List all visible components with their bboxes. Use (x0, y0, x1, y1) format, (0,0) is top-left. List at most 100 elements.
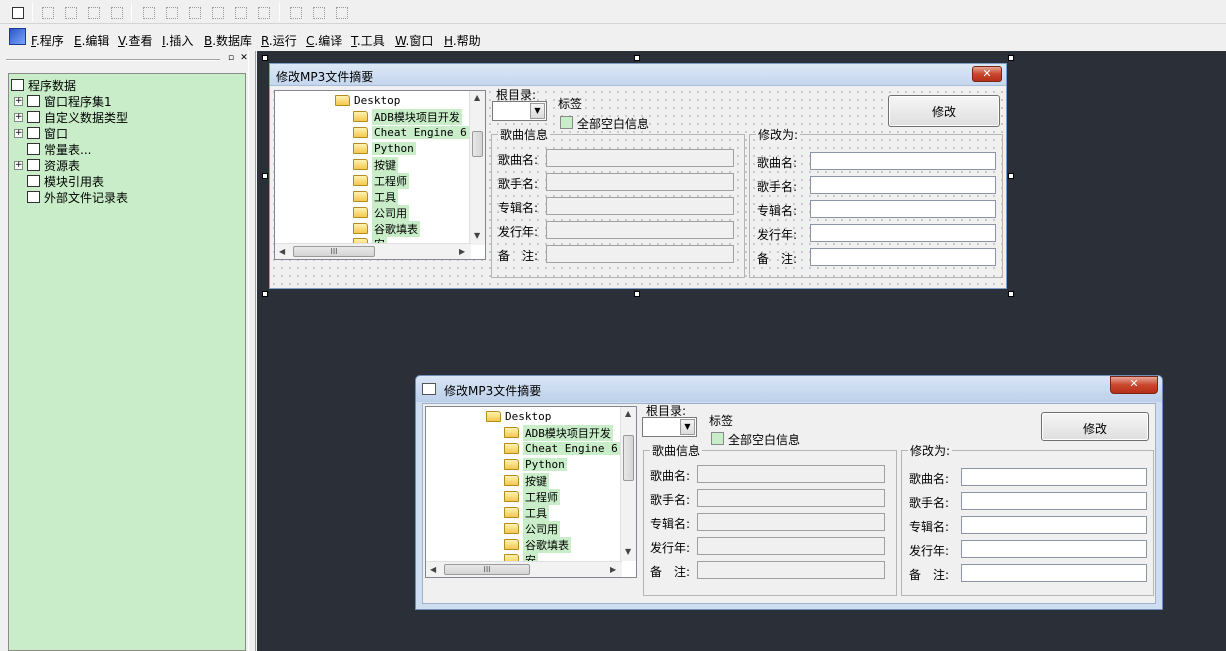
dir-item[interactable]: 谷歌填表 (504, 536, 571, 553)
new-year-input[interactable] (961, 540, 1147, 558)
dir-item[interactable]: ADB模块项目开发 (353, 108, 462, 125)
design-close-button[interactable]: ✕ (972, 66, 1002, 82)
runtime-close-button[interactable]: ✕ (1110, 376, 1158, 394)
stretch-both-button[interactable] (332, 3, 350, 21)
dir-horizontal-scrollbar[interactable]: ◀ III ▶ (275, 243, 471, 259)
space-horizontal-button[interactable] (231, 3, 249, 21)
dir-vertical-thumb[interactable] (623, 435, 634, 481)
expand-icon[interactable]: + (14, 96, 23, 106)
expand-icon[interactable]: + (14, 112, 23, 122)
directory-tree[interactable]: Desktop ADB模块项目开发 Cheat Engine 6.5 Pytho… (425, 406, 637, 578)
dir-root[interactable]: Desktop (486, 409, 551, 424)
modify-button[interactable]: 修改 (888, 95, 1000, 127)
menu-help[interactable]: H.帮助 (444, 32, 481, 49)
dir-item[interactable]: 工程师 (353, 172, 409, 189)
menu-tools[interactable]: T.工具 (351, 32, 385, 49)
menu-compile[interactable]: C.编译 (306, 32, 342, 49)
chevron-down-icon[interactable]: ▼ (530, 103, 545, 119)
expand-icon[interactable]: + (14, 128, 23, 138)
menu-run[interactable]: R.运行 (261, 32, 297, 49)
tree-item-window[interactable]: + 窗口 (14, 125, 68, 141)
dir-vertical-thumb[interactable] (472, 131, 483, 157)
scroll-left-icon[interactable]: ◀ (279, 247, 285, 256)
new-song-name-input[interactable] (810, 152, 996, 170)
tree-item-constants[interactable]: 常量表... (27, 141, 91, 157)
new-song-name-input[interactable] (961, 468, 1147, 486)
dir-item[interactable]: Cheat Engine 6.5 (504, 441, 633, 456)
resize-handle-se[interactable] (1008, 291, 1014, 297)
new-album-input[interactable] (961, 516, 1147, 534)
scroll-up-icon[interactable]: ▲ (625, 409, 631, 418)
dir-item[interactable]: 工具 (353, 188, 398, 205)
align-bottom-button[interactable] (107, 3, 125, 21)
dir-item[interactable]: 公司用 (504, 520, 560, 537)
stretch-width-button[interactable] (286, 3, 304, 21)
panel-pin-button[interactable]: ▫ (226, 54, 236, 64)
scroll-right-icon[interactable]: ▶ (459, 247, 465, 256)
dir-item[interactable]: Python (353, 141, 416, 156)
panel-splitter[interactable] (248, 51, 256, 651)
dir-root[interactable]: Desktop (335, 93, 400, 108)
resize-handle-sw[interactable] (262, 291, 268, 297)
dir-horizontal-thumb[interactable]: III (444, 564, 530, 575)
menu-program[interactable]: F.程序 (31, 32, 64, 49)
scroll-up-icon[interactable]: ▲ (474, 93, 480, 102)
tree-root[interactable]: 程序数据 (11, 77, 76, 93)
new-album-input[interactable] (810, 200, 996, 218)
dir-item[interactable]: 按键 (504, 472, 549, 489)
align-top-button[interactable] (84, 3, 102, 21)
chevron-down-icon[interactable]: ▼ (680, 419, 695, 435)
tree-item-external-files[interactable]: 外部文件记录表 (27, 189, 128, 205)
dir-item[interactable]: ADB模块项目开发 (504, 424, 613, 441)
root-dir-combo[interactable]: ▼ (642, 417, 697, 437)
dir-item[interactable]: 公司用 (353, 204, 409, 221)
blank-all-checkbox[interactable] (711, 432, 724, 445)
dir-item[interactable]: 工具 (504, 504, 549, 521)
new-note-input[interactable] (810, 248, 996, 266)
tree-item-resources[interactable]: + 资源表 (14, 157, 80, 173)
dir-horizontal-thumb[interactable]: III (293, 246, 375, 257)
tree-item-module-refs[interactable]: 模块引用表 (27, 173, 104, 189)
resize-handle-nw[interactable] (262, 55, 268, 61)
expand-icon[interactable]: + (14, 160, 23, 170)
same-height-button[interactable] (208, 3, 226, 21)
menu-database[interactable]: B.数据库 (204, 32, 252, 49)
blank-all-checkbox[interactable] (560, 116, 573, 129)
new-artist-input[interactable] (810, 176, 996, 194)
dir-item[interactable]: Python (504, 457, 567, 472)
new-year-input[interactable] (810, 224, 996, 242)
scroll-down-icon[interactable]: ▼ (625, 547, 631, 556)
space-vertical-button[interactable] (254, 3, 272, 21)
directory-tree[interactable]: Desktop ADB模块项目开发 Cheat Engine 6.5 Pytho… (274, 90, 486, 260)
stretch-height-button[interactable] (309, 3, 327, 21)
resize-handle-ne[interactable] (1008, 55, 1014, 61)
tree-item-custom-types[interactable]: + 自定义数据类型 (14, 109, 128, 125)
menu-window[interactable]: W.窗口 (395, 32, 433, 49)
resize-handle-n[interactable] (634, 55, 640, 61)
dir-horizontal-scrollbar[interactable]: ◀ III ▶ (426, 561, 622, 577)
scroll-right-icon[interactable]: ▶ (610, 565, 616, 574)
dir-item[interactable]: Cheat Engine 6.5 (353, 125, 482, 140)
new-artist-input[interactable] (961, 492, 1147, 510)
dir-vertical-scrollbar[interactable]: ▲ ▼ (620, 407, 636, 561)
runtime-window[interactable]: 修改MP3文件摘要 ✕ Desktop ADB模块项目开发 Cheat Engi… (415, 375, 1163, 610)
menu-view[interactable]: V.查看 (118, 32, 153, 49)
dir-item[interactable]: 按键 (353, 156, 398, 173)
new-note-input[interactable] (961, 564, 1147, 582)
design-form[interactable]: 修改MP3文件摘要 ✕ Desktop ADB模块项目开发 Cheat Engi… (269, 63, 1007, 289)
modify-button[interactable]: 修改 (1041, 412, 1149, 441)
resize-handle-e[interactable] (1008, 173, 1014, 179)
tree-item-window-assembly[interactable]: + 窗口程序集1 (14, 93, 112, 109)
scroll-left-icon[interactable]: ◀ (430, 565, 436, 574)
root-dir-combo[interactable]: ▼ (492, 101, 547, 121)
scroll-down-icon[interactable]: ▼ (474, 231, 480, 240)
menu-insert[interactable]: I.插入 (162, 32, 193, 49)
dir-item[interactable]: 工程师 (504, 488, 560, 505)
same-width-button[interactable] (185, 3, 203, 21)
align-right-button[interactable] (61, 3, 79, 21)
center-vertical-button[interactable] (162, 3, 180, 21)
resize-handle-w[interactable] (262, 173, 268, 179)
form-toggle-button[interactable] (8, 3, 26, 21)
menu-edit[interactable]: E.编辑 (74, 32, 109, 49)
dir-item[interactable]: 谷歌填表 (353, 220, 420, 237)
